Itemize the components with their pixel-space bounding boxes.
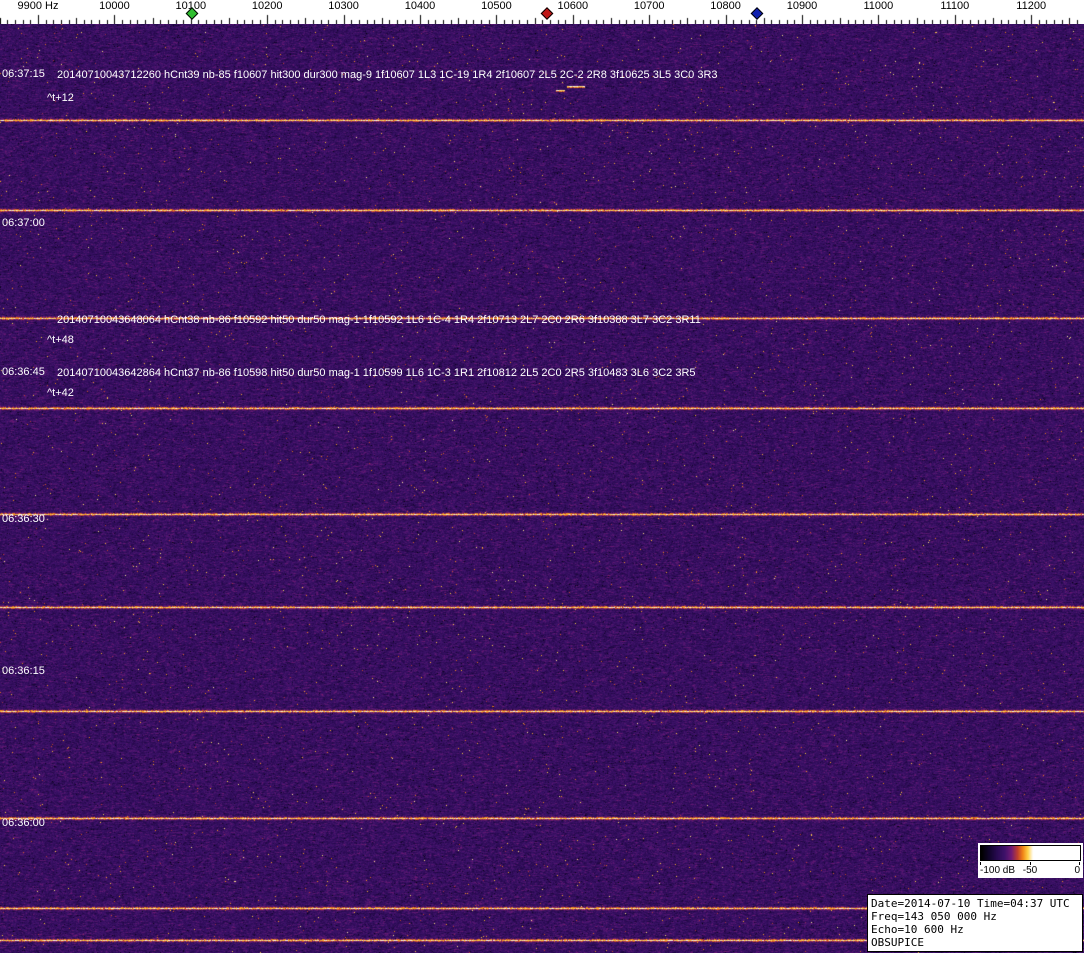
event-time-offset-tag: ^t+42	[47, 387, 74, 399]
freq-tick-label: 10600	[558, 0, 589, 12]
colorbar-gradient	[980, 845, 1081, 861]
freq-tick-label: 10200	[252, 0, 283, 12]
freq-tick-label: 11100	[940, 0, 969, 12]
event-time-offset-tag: ^t+48	[47, 334, 74, 346]
status-info-box: Date=2014-07-10 Time=04:37 UTC Freq=143 …	[867, 894, 1083, 952]
freq-tick-label: 9900 Hz	[18, 0, 59, 12]
time-axis-label: 06:36:45	[2, 366, 45, 378]
info-date-time: Date=2014-07-10 Time=04:37 UTC	[871, 897, 1079, 910]
colorbar-label-min: -100 dB	[980, 865, 1015, 876]
colorbar-legend: -100 dB -50 0	[978, 843, 1083, 878]
frequency-ruler[interactable]: 9900 Hz 10000 10100 10200 10300 10400 10500 106…	[0, 0, 1084, 24]
event-annotation: 20140710043642864 hCnt37 nb-86 f10598 hi…	[57, 367, 696, 379]
time-axis-label: 06:37:15	[2, 68, 45, 80]
freq-tick-label: 10000	[99, 0, 130, 12]
colorbar-label-max: 0	[1074, 865, 1080, 876]
spectrogram-overlays: 06:37:15 06:37:00 06:36:45 06:36:30 06:36:15…	[0, 0, 1084, 953]
spectrogram-app-window: 9900 Hz 10000 10100 10200 10300 10400 10500 106…	[0, 0, 1084, 953]
freq-tick-label: 10700	[634, 0, 665, 12]
colorbar-label-mid: -50	[1023, 865, 1037, 876]
time-axis-label: 06:36:00	[2, 817, 45, 829]
freq-tick-label: 11200	[1016, 0, 1046, 12]
freq-tick-label: 10900	[787, 0, 818, 12]
info-frequency: Freq=143 050 000 Hz	[871, 910, 1079, 923]
freq-tick-label: 10300	[328, 0, 359, 12]
event-annotation: 20140710043712260 hCnt39 nb-85 f10607 hi…	[57, 69, 718, 81]
freq-tick-label: 10800	[710, 0, 741, 12]
freq-tick-label: 11000	[864, 0, 894, 12]
info-echo-frequency: Echo=10 600 Hz	[871, 923, 1079, 936]
freq-tick-label: 10400	[405, 0, 436, 12]
event-time-offset-tag: ^t+12	[47, 92, 74, 104]
info-station-name: OBSUPICE	[871, 936, 1079, 949]
event-annotation: 20140710043648064 hCnt38 nb-86 f10592 hi…	[57, 314, 701, 326]
freq-tick-label: 10500	[481, 0, 512, 12]
time-axis-label: 06:36:15	[2, 665, 45, 677]
time-axis-label: 06:36:30	[2, 513, 45, 525]
time-axis-label: 06:37:00	[2, 217, 45, 229]
